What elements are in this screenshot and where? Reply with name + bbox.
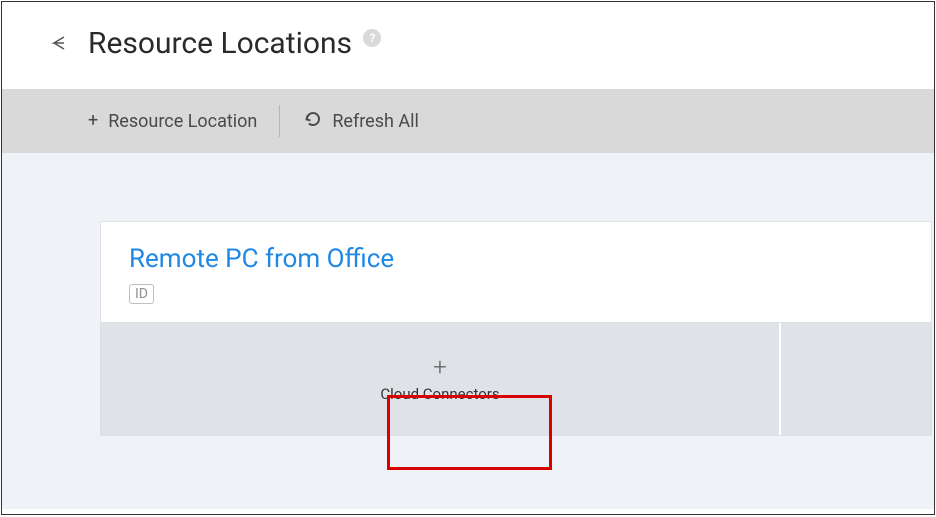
content-area: Remote PC from Office ID + Cloud Connect… <box>2 153 934 509</box>
page-title: Resource Locations ? <box>88 26 381 61</box>
toolbar: + Resource Location Refresh All <box>2 89 934 153</box>
toolbar-divider <box>279 105 280 137</box>
card-body-side <box>781 323 931 435</box>
plus-icon: + <box>433 355 447 379</box>
add-cloud-connectors-button[interactable]: + Cloud Connectors <box>380 355 499 403</box>
plus-icon: + <box>88 112 98 130</box>
id-chip[interactable]: ID <box>129 284 154 304</box>
add-cloud-connectors-label: Cloud Connectors <box>380 385 499 403</box>
refresh-icon <box>304 110 322 132</box>
page-header: Resource Locations ? <box>2 2 934 89</box>
card-body: + Cloud Connectors <box>101 323 931 435</box>
add-resource-location-label: Resource Location <box>108 111 257 132</box>
refresh-all-button[interactable]: Refresh All <box>304 110 419 132</box>
back-arrow-icon[interactable] <box>50 34 70 54</box>
card-header: Remote PC from Office ID <box>101 222 931 323</box>
add-resource-location-button[interactable]: + Resource Location <box>88 111 257 132</box>
refresh-all-label: Refresh All <box>332 111 419 132</box>
help-icon[interactable]: ? <box>363 29 381 47</box>
page-title-text: Resource Locations <box>88 26 352 61</box>
resource-location-card: Remote PC from Office ID + Cloud Connect… <box>100 221 932 436</box>
card-body-main: + Cloud Connectors <box>101 323 781 435</box>
resource-location-title[interactable]: Remote PC from Office <box>129 244 907 274</box>
